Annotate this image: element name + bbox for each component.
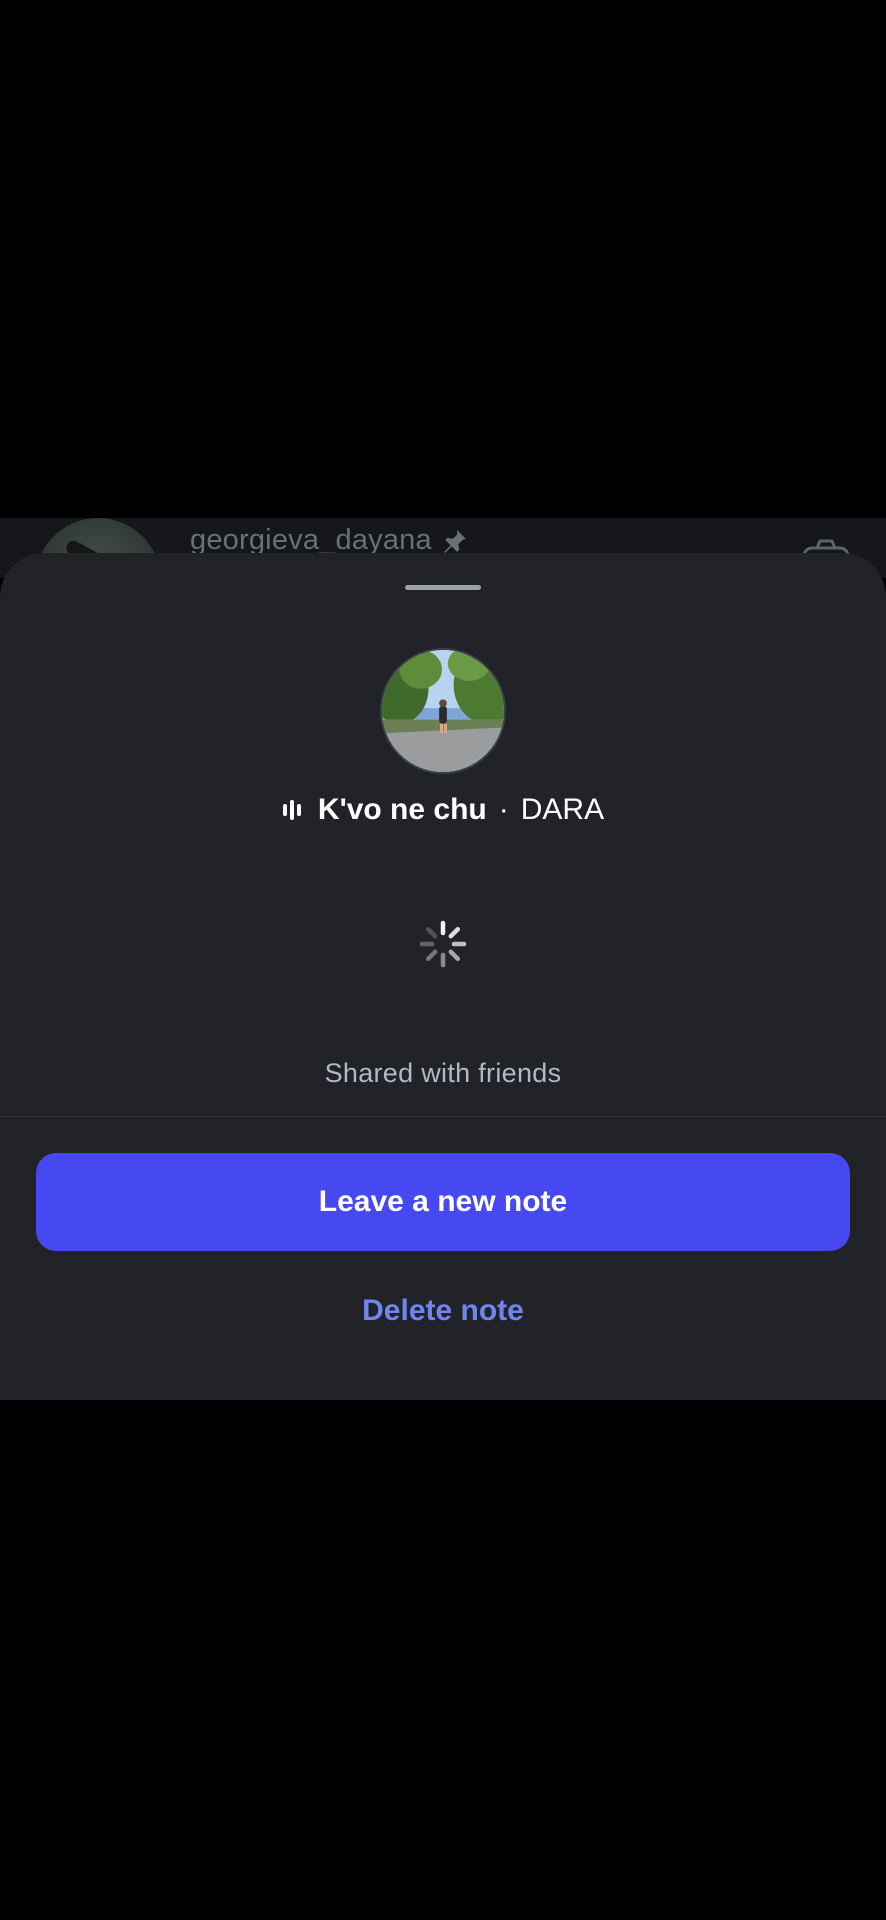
pin-icon [444, 529, 466, 553]
leave-new-note-button[interactable]: Leave a new note [36, 1153, 850, 1251]
song-artist: DARA [520, 793, 605, 826]
divider [0, 1116, 886, 1117]
song-line: K'vo ne chu · DARA [0, 793, 886, 827]
song-separator: · [498, 793, 509, 826]
delete-note-button[interactable]: Delete note [293, 1283, 593, 1339]
song-title: K'vo ne chu [317, 793, 487, 826]
avatar-photo [382, 650, 504, 772]
audience-label: Shared with friends [324, 1058, 562, 1088]
sheet-grabber-handle[interactable] [405, 585, 481, 590]
loading-spinner-icon [419, 920, 467, 968]
audio-waveform-icon [282, 800, 301, 820]
note-bottom-sheet: K'vo ne chu · DARA Shared with friends L… [0, 553, 886, 1400]
note-author-avatar [380, 648, 506, 774]
screen: georgieva_dayana K'vo ne chu · DARA Shar… [0, 0, 886, 1920]
